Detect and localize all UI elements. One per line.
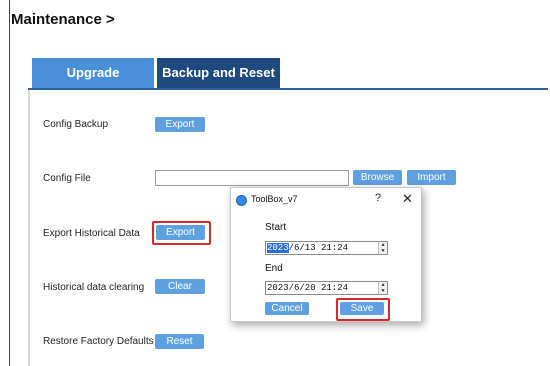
toolbox-dialog: ToolBox_v7 ? ✕ Start 2023/6/13 21:24 ▲ ▼ …	[230, 187, 422, 322]
historical-clearing-label: Historical data clearing	[43, 282, 145, 293]
start-label: Start	[265, 222, 287, 233]
export-historical-button[interactable]: Export	[156, 225, 205, 240]
config-file-label: Config File	[43, 173, 91, 184]
content-divider	[28, 90, 30, 366]
cancel-button[interactable]: Cancel	[265, 302, 309, 315]
reset-button[interactable]: Reset	[155, 334, 204, 349]
config-backup-export-button[interactable]: Export	[155, 117, 205, 132]
config-file-input[interactable]	[155, 170, 349, 186]
export-historical-label: Export Historical Data	[43, 228, 140, 239]
dialog-title: ToolBox_v7	[251, 194, 298, 204]
tab-upgrade[interactable]: Upgrade	[32, 58, 154, 88]
help-icon[interactable]: ?	[375, 192, 381, 204]
end-date-value: 2023/6/20 21:24	[267, 283, 349, 293]
start-datetime-input[interactable]: 2023/6/13 21:24 ▲ ▼	[265, 241, 388, 255]
tab-backup-and-reset[interactable]: Backup and Reset	[157, 58, 280, 88]
start-year-selection: 2023	[267, 243, 289, 253]
browse-button[interactable]: Browse	[353, 170, 402, 185]
config-backup-label: Config Backup	[43, 119, 109, 130]
save-button[interactable]: Save	[340, 302, 384, 315]
end-datetime-input[interactable]: 2023/6/20 21:24 ▲ ▼	[265, 281, 388, 295]
end-spin-arrows-icon[interactable]: ▲ ▼	[378, 282, 387, 294]
clear-button[interactable]: Clear	[155, 279, 205, 294]
start-date-rest: /6/13 21:24	[288, 243, 349, 253]
start-spin-arrows-icon[interactable]: ▲ ▼	[378, 242, 387, 254]
page-title: Maintenance >	[11, 11, 115, 28]
tab-bar: Upgrade Backup and Reset	[28, 58, 548, 90]
restore-defaults-label: Restore Factory Defaults	[43, 336, 154, 347]
app-icon	[236, 195, 247, 206]
end-label: End	[265, 263, 283, 274]
import-button[interactable]: Import	[407, 170, 456, 185]
close-icon[interactable]: ✕	[402, 191, 413, 207]
